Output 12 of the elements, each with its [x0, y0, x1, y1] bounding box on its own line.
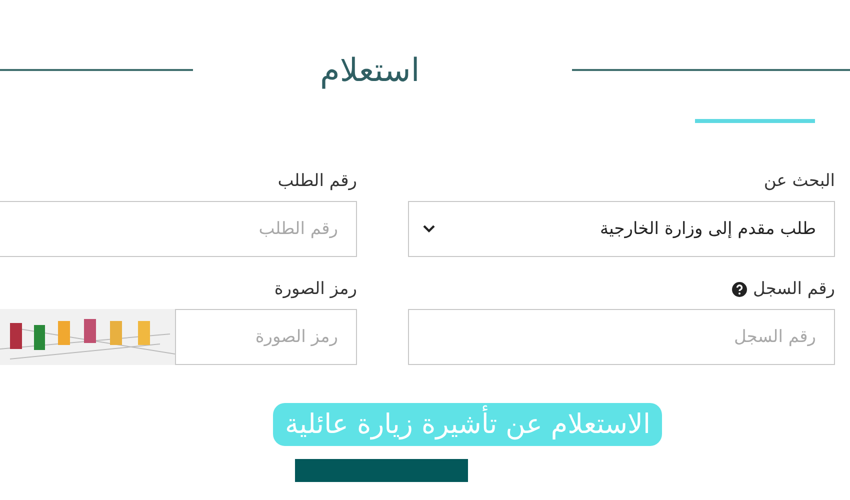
- input-field[interactable]: رمز الصورة: [175, 309, 357, 365]
- field-label: البحث عن: [764, 171, 835, 191]
- chevron-down-icon: [423, 225, 435, 233]
- page-title: استعلام: [320, 51, 421, 89]
- field-label: رقم الطلب: [278, 171, 357, 191]
- caption-banner: الاستعلام عن تأشيرة زيارة عائلية: [273, 403, 662, 446]
- search-type-select[interactable]: طلب مقدم إلى وزارة الخارجية: [408, 201, 835, 257]
- input-field[interactable]: رقم السجل: [408, 309, 835, 365]
- submit-button[interactable]: [295, 459, 468, 482]
- field-label: رمز الصورة: [274, 279, 357, 299]
- input-field[interactable]: رقم الطلب: [0, 201, 357, 257]
- field-label: رقم السجل: [753, 279, 835, 299]
